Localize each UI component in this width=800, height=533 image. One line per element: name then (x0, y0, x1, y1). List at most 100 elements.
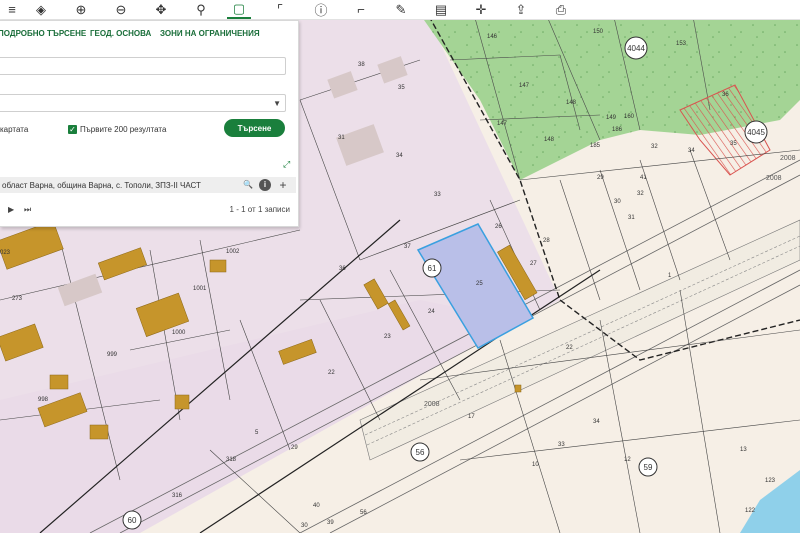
parcel-label: 146 (487, 34, 498, 40)
expand-icon[interactable]: ⤢ (283, 159, 290, 170)
parcel-label: 41 (640, 175, 647, 181)
search-input[interactable] (0, 57, 286, 75)
parcel-label: 153 (676, 41, 687, 47)
parcel-label: 318 (226, 457, 237, 463)
chevron-down-icon: ▼ (273, 99, 281, 108)
parcel-label: 160 (624, 114, 635, 120)
info-icon[interactable]: ⓘ (309, 0, 333, 19)
parcel-label: 316 (172, 493, 183, 499)
search-button[interactable]: Търсене (224, 119, 285, 137)
zoom-out-icon[interactable]: ⊖ (109, 0, 133, 19)
info-icon[interactable]: i (259, 179, 271, 191)
parcel-label: 12 (624, 457, 631, 463)
road-label: 2008 (766, 175, 782, 182)
cadastral-area-label: 60 (128, 516, 137, 525)
parcel-label: 122 (745, 508, 756, 514)
marker-icon[interactable]: ⚲ (189, 0, 213, 19)
select-area-icon[interactable]: ⌜ (268, 0, 292, 19)
draw-icon[interactable]: ✎ (389, 0, 413, 19)
parcel-label: 999 (107, 352, 118, 358)
parcel-label: 25 (476, 281, 483, 287)
next-page-icon[interactable]: ▶ (8, 205, 14, 214)
cadastral-area-marker: 61 (422, 258, 442, 278)
search-select[interactable]: ▼ (0, 94, 286, 112)
measure-icon[interactable]: ⌐ (349, 0, 373, 19)
parcel-label: 17 (468, 414, 475, 420)
parcel-label: 24 (428, 309, 435, 315)
cadastral-area-label: 4044 (627, 44, 645, 53)
parcel-label: 30 (301, 523, 308, 529)
parcel-label: 29 (291, 445, 298, 451)
parcel-label: 36 (722, 92, 729, 98)
parcel-label: 31 (338, 135, 345, 141)
parcel-label: 998 (38, 397, 49, 403)
parcel-label: 29 (597, 175, 604, 181)
parcel-label: 10 (532, 462, 539, 468)
road-label: 2008 (780, 155, 796, 162)
zoom-in-icon[interactable]: ⊕ (69, 0, 93, 19)
parcel-label: 56 (360, 510, 367, 516)
parcel-label: 149 (606, 115, 617, 121)
cadastral-area-label: 59 (644, 463, 653, 472)
map-book-icon[interactable]: ▤ (429, 0, 453, 19)
cadastral-area-marker: 59 (638, 457, 658, 477)
search-panel: ПОДРОБНО ТЪРСЕНЕ ГЕОД. ОСНОВА ЗОНИ НА ОГ… (0, 20, 299, 227)
parcel-label: 26 (495, 224, 502, 230)
cadastral-area-marker: 60 (122, 510, 142, 530)
parcel-label: 185 (590, 143, 601, 149)
parcel-label: 33 (434, 192, 441, 198)
parcel-label: 31 (628, 215, 635, 221)
pager: ▶ ⏭ 1 - 1 от 1 записи (0, 205, 296, 217)
parcel-label: 123 (765, 478, 776, 484)
parcel-label: 150 (593, 29, 604, 35)
checkbox-map-label: картата (0, 125, 29, 134)
parcel-label: 273 (12, 296, 23, 302)
parcel-label: 35 (730, 141, 737, 147)
crosshair-icon[interactable]: ✛ (469, 0, 493, 19)
parcel-label: 147 (519, 83, 530, 89)
layers-icon[interactable]: ◈ (29, 0, 53, 19)
pan-icon[interactable]: ✥ (149, 0, 173, 19)
parcel-label: 32 (637, 191, 644, 197)
parcel-label: 186 (612, 127, 623, 133)
parcel-label: 148 (566, 100, 577, 106)
checkbox-first-200-label: Първите 200 резултата (80, 125, 167, 134)
parcel-label: 1001 (193, 286, 207, 292)
parcel-label: 34 (688, 148, 695, 154)
tab-detailed-search[interactable]: ПОДРОБНО ТЪРСЕНЕ (0, 29, 86, 38)
parcel-label: 35 (398, 85, 405, 91)
checkbox-first-200[interactable]: ✓ (68, 125, 77, 134)
parcel-label: 36 (339, 266, 346, 272)
export-icon[interactable]: ⇪ (509, 0, 533, 19)
tab-geodetic-base[interactable]: ГЕОД. ОСНОВА (90, 29, 151, 38)
parcel-label: 28 (543, 238, 550, 244)
cadastral-area-marker: 4044 (624, 36, 648, 60)
parcel-label: 1000 (172, 330, 186, 336)
parcel-label: 38 (358, 62, 365, 68)
parcel-label: 37 (404, 244, 411, 250)
parcel-label: 30 (614, 199, 621, 205)
result-row[interactable]: област Варна, община Варна, с. Тополи, З… (0, 177, 296, 193)
select-rectangle-icon[interactable]: ▢ (227, 0, 251, 19)
print-icon[interactable]: ⎙ (549, 0, 573, 19)
parcel-label: 40 (313, 503, 320, 509)
list-icon[interactable]: ≡ (0, 0, 24, 19)
parcel-label: 39 (327, 520, 334, 526)
zoom-to-icon[interactable]: 🔍 (242, 179, 254, 191)
parcel-label: 33 (558, 442, 565, 448)
cadastral-area-label: 4045 (747, 128, 765, 137)
parcel-label: 1002 (226, 249, 240, 255)
parcel-label: 22 (566, 345, 573, 351)
map-toolbar: ≡ ◈ ⊕ ⊖ ✥ ⚲ ▢ ⌜ ⓘ ⌐ ✎ ▤ ✛ ⇪ ⎙ (0, 0, 800, 20)
parcel-label: 13 (740, 447, 747, 453)
parcel-label: 34 (396, 153, 403, 159)
parcel-label: 147 (497, 121, 508, 127)
parcel-label: 023 (0, 250, 11, 256)
last-page-icon[interactable]: ⏭ (24, 205, 31, 215)
tab-restriction-zones[interactable]: ЗОНИ НА ОГРАНИЧЕНИЯ (160, 29, 260, 38)
add-icon[interactable]: + (277, 179, 289, 191)
result-text: област Варна, община Варна, с. Тополи, З… (2, 181, 201, 190)
parcel-label: 148 (544, 137, 555, 143)
cadastral-area-label: 61 (428, 264, 437, 273)
cadastral-area-marker: 56 (410, 442, 430, 462)
